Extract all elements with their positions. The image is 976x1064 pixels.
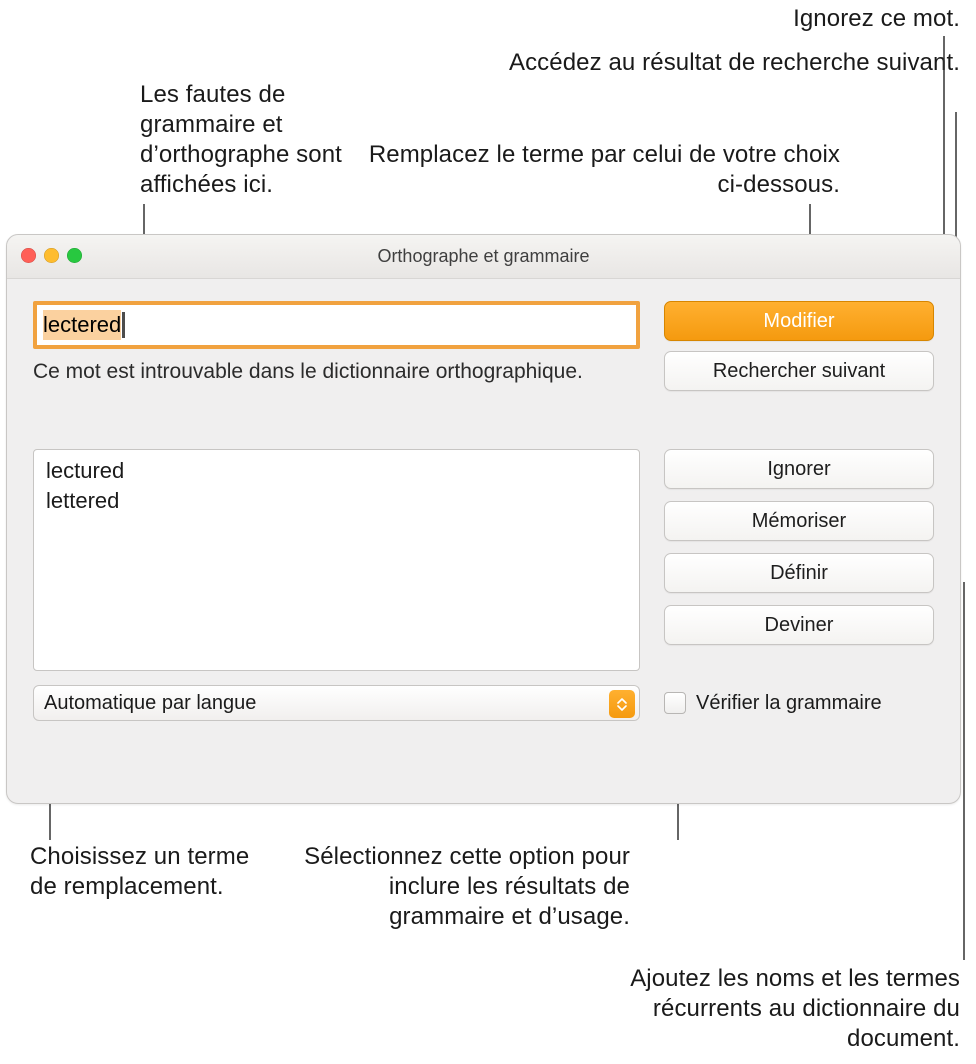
window-title: Orthographe et grammaire <box>7 246 960 267</box>
zoom-icon[interactable] <box>67 248 82 263</box>
status-message: Ce mot est introuvable dans le dictionna… <box>33 359 640 385</box>
guess-button[interactable]: Deviner <box>664 605 934 645</box>
check-grammar-label: Vérifier la grammaire <box>696 692 882 715</box>
modify-button[interactable]: Modifier <box>664 301 934 341</box>
callout-next: Accédez au résultat de recherche suivant… <box>500 48 960 78</box>
language-select[interactable]: Automatique par langue <box>33 685 640 721</box>
ignore-button[interactable]: Ignorer <box>664 449 934 489</box>
text-caret <box>122 312 125 338</box>
language-select-value: Automatique par langue <box>44 692 256 715</box>
minimize-icon[interactable] <box>44 248 59 263</box>
callout-learn: Ajoutez les noms et les termes récurrent… <box>560 964 960 1054</box>
traffic-lights <box>21 248 82 263</box>
misspelled-word-field[interactable]: lectered <box>33 301 640 349</box>
chevron-updown-icon <box>609 690 635 718</box>
callout-choose: Choisissez un terme de remplacement. <box>30 842 260 902</box>
callout-errors: Les fautes de grammaire et d’orthographe… <box>140 80 400 200</box>
callout-ignore: Ignorez ce mot. <box>560 4 960 34</box>
list-item[interactable]: lectured <box>46 456 627 486</box>
titlebar: Orthographe et grammaire <box>7 235 960 279</box>
list-item[interactable]: lettered <box>46 486 627 516</box>
close-icon[interactable] <box>21 248 36 263</box>
learn-button[interactable]: Mémoriser <box>664 501 934 541</box>
callout-replace: Remplacez le terme par celui de votre ch… <box>340 140 840 200</box>
suggestions-list[interactable]: lectured lettered <box>33 449 640 671</box>
define-button[interactable]: Définir <box>664 553 934 593</box>
check-grammar-checkbox[interactable] <box>664 692 686 714</box>
spelling-window: Orthographe et grammaire lectered Ce mot… <box>6 234 961 804</box>
callout-grammar-opt: Sélectionnez cette option pour inclure l… <box>270 842 630 932</box>
find-next-button[interactable]: Rechercher suivant <box>664 351 934 391</box>
misspelled-word: lectered <box>43 310 121 340</box>
